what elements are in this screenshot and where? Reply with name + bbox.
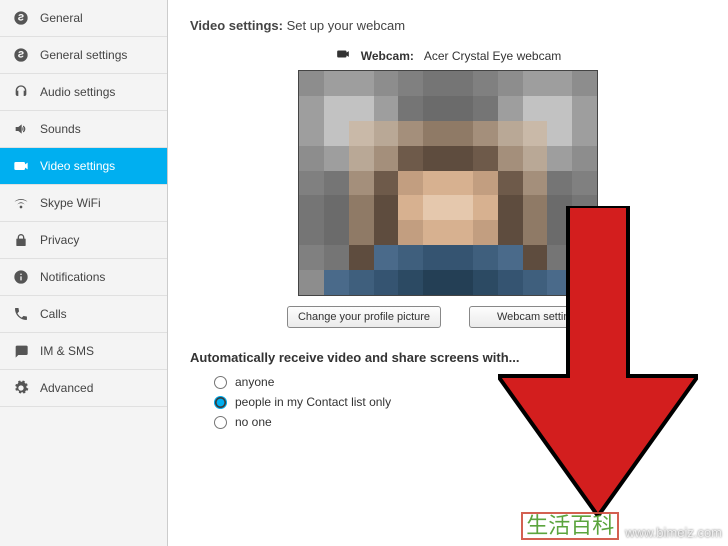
sidebar-item-general-settings[interactable]: General settings: [0, 37, 167, 74]
sidebar-item-label: General settings: [40, 48, 127, 62]
sidebar-item-notifications[interactable]: Notifications: [0, 259, 167, 296]
sidebar-item-audio-settings[interactable]: Audio settings: [0, 74, 167, 111]
sidebar-item-calls[interactable]: Calls: [0, 296, 167, 333]
sidebar-item-label: Advanced: [40, 381, 93, 395]
sidebar-item-video-settings[interactable]: Video settings: [0, 148, 167, 185]
watermark-badge: 生活百科: [521, 512, 619, 540]
chat-icon: [12, 343, 30, 359]
sidebar-item-general[interactable]: General: [0, 0, 167, 37]
watermark-url: www.bimeiz.com: [625, 525, 722, 540]
wifi-icon: [12, 195, 30, 211]
autoshare-option-contacts[interactable]: people in my Contact list only: [214, 395, 706, 409]
phone-icon: [12, 306, 30, 322]
sidebar-item-label: Calls: [40, 307, 67, 321]
sidebar-item-sounds[interactable]: Sounds: [0, 111, 167, 148]
sidebar-item-label: Video settings: [40, 159, 115, 173]
autoshare-option-label: no one: [235, 415, 272, 429]
webcam-header: Webcam: Acer Crystal Eye webcam: [190, 47, 706, 64]
sidebar-item-label: Audio settings: [40, 85, 115, 99]
headset-icon: [12, 84, 30, 100]
autoshare-radio-contacts[interactable]: [214, 396, 227, 409]
sidebar-item-im-sms[interactable]: IM & SMS: [0, 333, 167, 370]
autoshare-radio-group: anyone people in my Contact list only no o…: [190, 375, 706, 429]
webcam-settings-button[interactable]: Webcam settings: [469, 306, 609, 328]
sidebar-item-label: Notifications: [40, 270, 105, 284]
main-panel: Video settings: Set up your webcam Webca…: [168, 0, 728, 546]
autoshare-option-anyone[interactable]: anyone: [214, 375, 706, 389]
info-icon: [12, 269, 30, 285]
watermark: 生活百科 www.bimeiz.com: [521, 512, 722, 540]
sidebar-item-label: General: [40, 11, 83, 25]
lock-icon: [12, 232, 30, 248]
skype-icon: [12, 10, 30, 26]
sidebar: General General settings Audio settings Sou…: [0, 0, 168, 546]
autoshare-section-title: Automatically receive video and share sc…: [190, 350, 706, 365]
autoshare-option-label: people in my Contact list only: [235, 395, 391, 409]
autoshare-option-noone[interactable]: no one: [214, 415, 706, 429]
speaker-icon: [12, 121, 30, 137]
page-title: Video settings: Set up your webcam: [190, 18, 706, 33]
webcam-preview: [298, 70, 598, 296]
page-title-bold: Video settings:: [190, 18, 283, 33]
gear-icon: [12, 380, 30, 396]
camera-icon: [335, 47, 351, 64]
autoshare-option-label: anyone: [235, 375, 274, 389]
webcam-label: Webcam:: [361, 49, 414, 63]
change-profile-picture-button[interactable]: Change your profile picture: [287, 306, 441, 328]
sidebar-item-advanced[interactable]: Advanced: [0, 370, 167, 407]
sidebar-item-privacy[interactable]: Privacy: [0, 222, 167, 259]
sidebar-item-skype-wifi[interactable]: Skype WiFi: [0, 185, 167, 222]
sidebar-item-label: Privacy: [40, 233, 79, 247]
sidebar-item-label: Sounds: [40, 122, 81, 136]
webcam-device-name: Acer Crystal Eye webcam: [424, 49, 561, 63]
autoshare-radio-noone[interactable]: [214, 416, 227, 429]
webcam-button-row: Change your profile picture Webcam setti…: [190, 306, 706, 328]
page-title-rest: Set up your webcam: [287, 18, 406, 33]
autoshare-radio-anyone[interactable]: [214, 376, 227, 389]
camera-icon: [12, 158, 30, 174]
sidebar-item-label: Skype WiFi: [40, 196, 101, 210]
sidebar-item-label: IM & SMS: [40, 344, 94, 358]
skype-icon: [12, 47, 30, 63]
